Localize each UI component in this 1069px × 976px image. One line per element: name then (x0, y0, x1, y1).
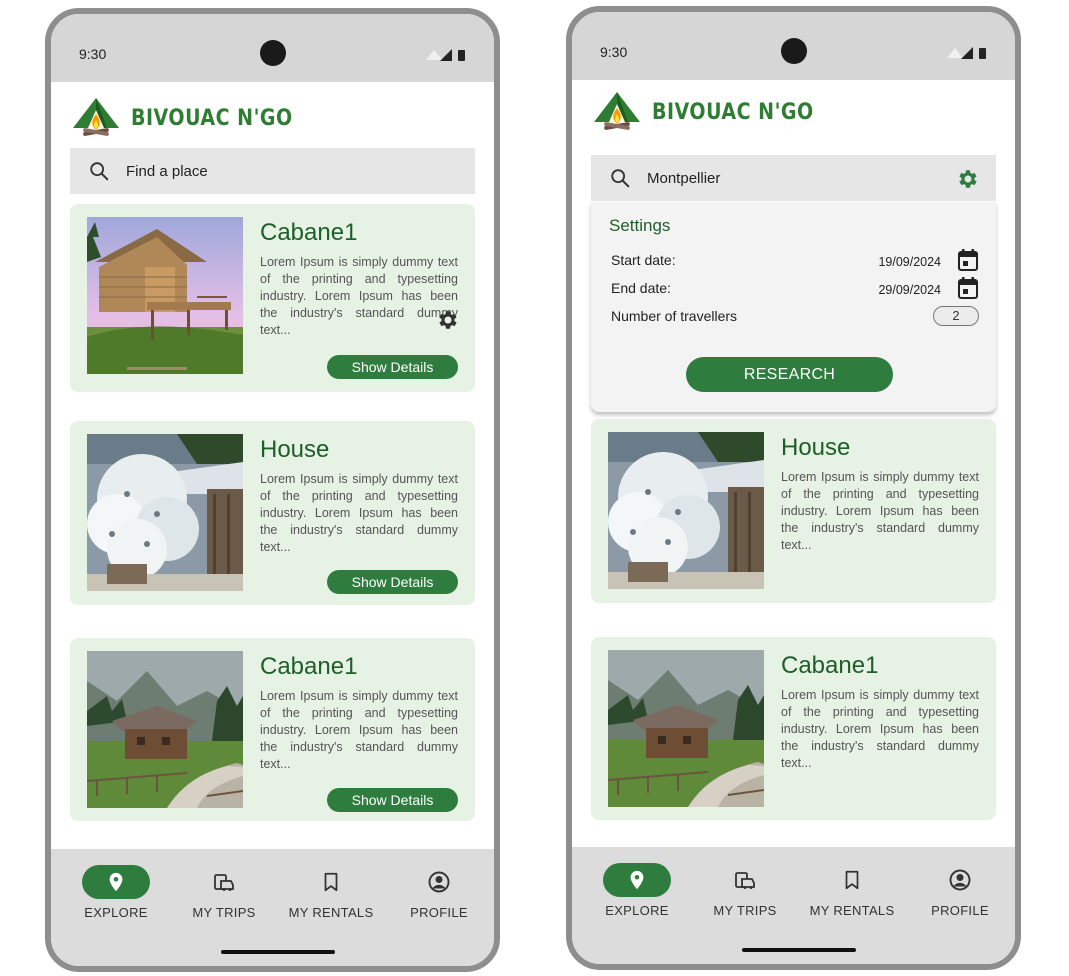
search-bar[interactable] (591, 155, 996, 201)
calendar-icon[interactable] (957, 248, 979, 272)
camera-cutout (260, 40, 286, 66)
nav-label: EXPLORE (84, 905, 148, 920)
listing-description: Lorem Ipsum is simply dummy text of the … (781, 688, 979, 770)
nav-label: MY TRIPS (713, 903, 777, 918)
status-bar: 9:30 (51, 14, 494, 82)
listing-description: Lorem Ipsum is simply dummy text of the … (260, 689, 458, 771)
settings-panel: Settings Start date: 19/09/2024 End date… (591, 202, 996, 412)
nav-item-profile[interactable]: PROFILE (905, 863, 1015, 918)
bookmark-icon (320, 871, 342, 893)
listing-title: Cabane1 (260, 219, 358, 246)
listing-photo (87, 217, 243, 374)
travellers-input[interactable]: 2 (933, 306, 979, 326)
nav-label: EXPLORE (605, 903, 669, 918)
show-details-button[interactable]: Show Details (327, 355, 458, 379)
camera-cutout (781, 38, 807, 64)
show-details-button[interactable]: Show Details (327, 788, 458, 812)
account-circle-icon (427, 870, 451, 894)
listing-title: House (260, 436, 330, 463)
calendar-icon[interactable] (957, 276, 979, 300)
search-input[interactable] (647, 169, 927, 187)
listing-title: Cabane1 (781, 652, 879, 679)
nav-item-my-rentals[interactable]: MY RENTALS (797, 863, 907, 918)
nav-item-my-trips[interactable]: MY TRIPS (690, 863, 800, 918)
car-suitcase-icon (733, 868, 757, 892)
settings-title: Settings (609, 216, 671, 235)
listing-description: Lorem Ipsum is simply dummy text of the … (260, 472, 458, 554)
home-indicator (221, 950, 335, 954)
listing-photo (608, 432, 764, 589)
listing-card[interactable]: Cabane1 Lorem Ipsum is simply dummy text… (70, 204, 475, 392)
end-date-row: End date: 29/09/2024 (611, 276, 979, 300)
nav-label: MY RENTALS (809, 903, 895, 918)
listing-card[interactable]: Cabane1 Lorem Ipsum is simply dummy text… (70, 638, 475, 821)
listing-photo (608, 650, 764, 807)
tent-campfire-icon (71, 96, 121, 140)
status-time: 9:30 (600, 44, 628, 60)
travellers-label: Number of travellers (611, 308, 738, 324)
brand-logo: BIVOUAC N'GO (592, 90, 814, 134)
account-circle-icon (948, 868, 972, 892)
show-details-button[interactable]: Show Details (327, 570, 458, 594)
search-icon[interactable] (609, 167, 631, 189)
listing-description: Lorem Ipsum is simply dummy text of the … (781, 470, 979, 552)
end-date-value[interactable]: 29/09/2024 (878, 283, 941, 297)
brand-logo: BIVOUAC N'GO (71, 96, 293, 140)
car-suitcase-icon (212, 870, 236, 894)
signal-battery-icon (947, 47, 986, 59)
signal-battery-icon (426, 49, 465, 61)
listing-title: Cabane1 (260, 653, 358, 680)
listing-card[interactable]: House Lorem Ipsum is simply dummy text o… (70, 421, 475, 605)
listing-title: House (781, 434, 851, 461)
location-pin-icon (626, 869, 648, 891)
listing-photo (87, 651, 243, 808)
nav-item-my-trips[interactable]: MY TRIPS (169, 865, 279, 920)
nav-item-explore[interactable]: EXPLORE (61, 865, 171, 920)
nav-label: PROFILE (931, 903, 989, 918)
bottom-navigation: EXPLORE MY TRIPS MY RENTALS PROFILE (572, 847, 1015, 964)
bottom-navigation: EXPLORE MY TRIPS MY RENTALS PROFILE (51, 849, 494, 966)
location-pin-icon (105, 871, 127, 893)
start-date-value[interactable]: 19/09/2024 (878, 255, 941, 269)
search-bar[interactable] (70, 148, 475, 194)
brand-name: BIVOUAC N'GO (652, 99, 814, 125)
bookmark-icon (841, 869, 863, 891)
nav-label: PROFILE (410, 905, 468, 920)
status-time: 9:30 (79, 46, 107, 62)
search-icon[interactable] (88, 160, 110, 182)
phone-screen-left: 9:30 BIVOUAC N'GO Cabane1 Lorem Ipsum is… (45, 8, 500, 972)
nav-item-my-rentals[interactable]: MY RENTALS (276, 865, 386, 920)
brand-name: BIVOUAC N'GO (131, 105, 293, 131)
start-date-row: Start date: 19/09/2024 (611, 248, 979, 272)
nav-item-explore[interactable]: EXPLORE (582, 863, 692, 918)
gear-icon[interactable] (956, 167, 980, 191)
phone-screen-right: 9:30 BIVOUAC N'GO Settings Start date: 1… (566, 6, 1021, 970)
tent-campfire-icon (592, 90, 642, 134)
search-input[interactable] (126, 162, 406, 180)
nav-item-profile[interactable]: PROFILE (384, 865, 494, 920)
travellers-row: Number of travellers 2 (611, 304, 979, 328)
end-date-label: End date: (611, 280, 671, 296)
listing-card[interactable]: House Lorem Ipsum is simply dummy text o… (591, 419, 996, 603)
home-indicator (742, 948, 856, 952)
status-bar: 9:30 (572, 12, 1015, 80)
nav-label: MY TRIPS (192, 905, 256, 920)
start-date-label: Start date: (611, 252, 676, 268)
listing-card[interactable]: Cabane1 Lorem Ipsum is simply dummy text… (591, 637, 996, 820)
gear-icon[interactable] (436, 308, 460, 332)
listing-description: Lorem Ipsum is simply dummy text of the … (260, 255, 458, 337)
research-button[interactable]: RESEARCH (686, 357, 893, 392)
nav-label: MY RENTALS (288, 905, 374, 920)
listing-photo (87, 434, 243, 591)
